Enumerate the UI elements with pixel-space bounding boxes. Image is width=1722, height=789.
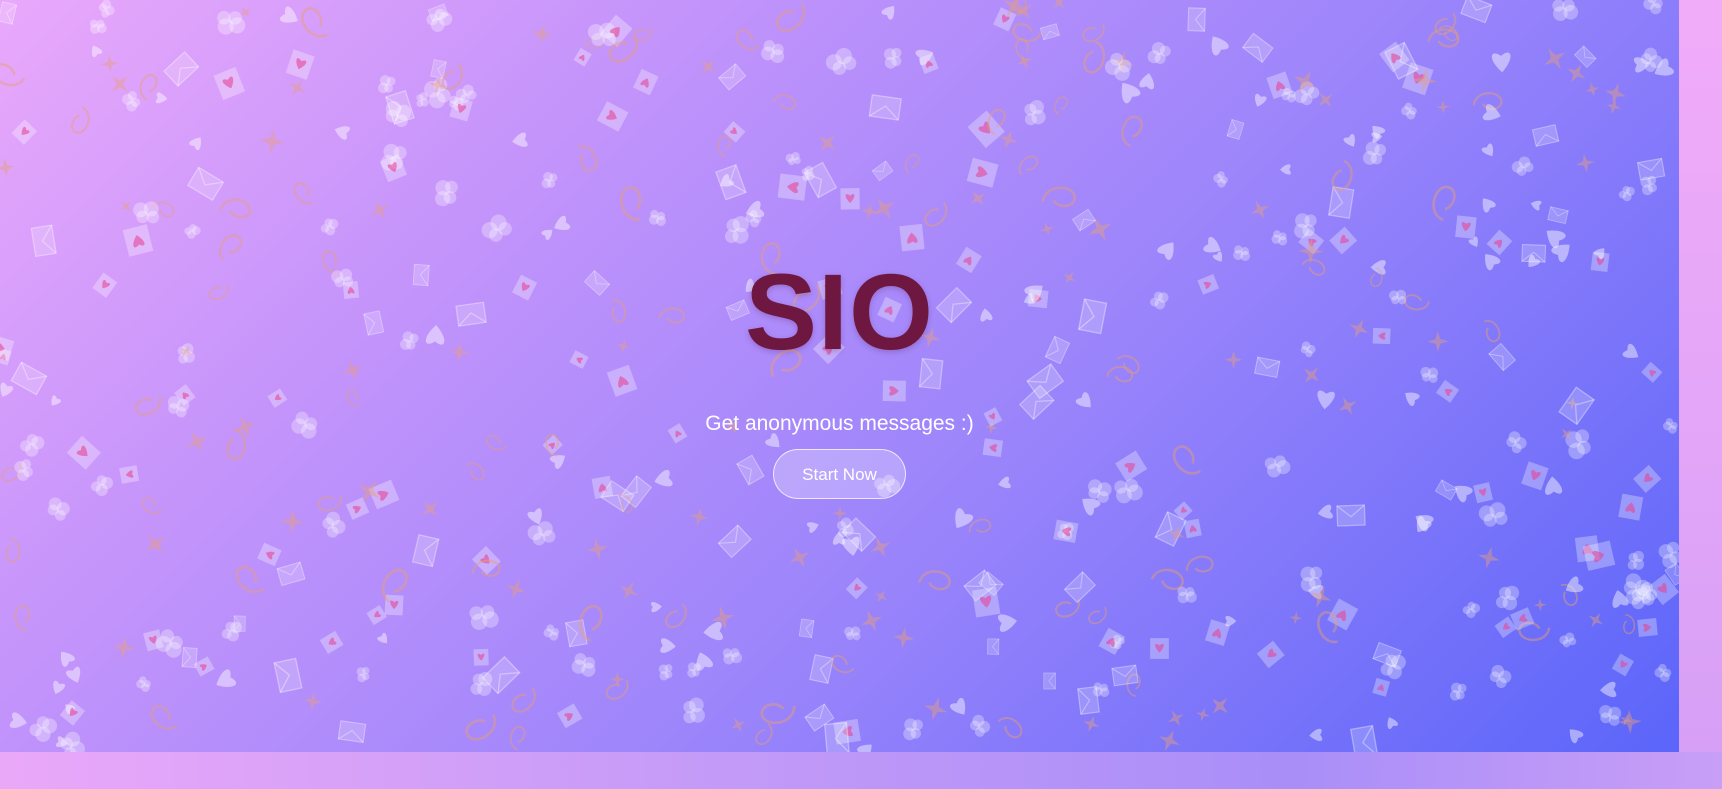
start-now-button[interactable]: Start Now	[773, 449, 906, 499]
hero-content: SIO Get anonymous messages :) Start Now	[0, 0, 1679, 752]
page-title: SIO	[744, 251, 935, 372]
bottom-edge-strip	[0, 752, 1722, 789]
hero-background: SIO Get anonymous messages :) Start Now	[0, 0, 1679, 752]
tagline: Get anonymous messages :)	[705, 412, 974, 435]
right-edge-strip	[1679, 0, 1722, 789]
